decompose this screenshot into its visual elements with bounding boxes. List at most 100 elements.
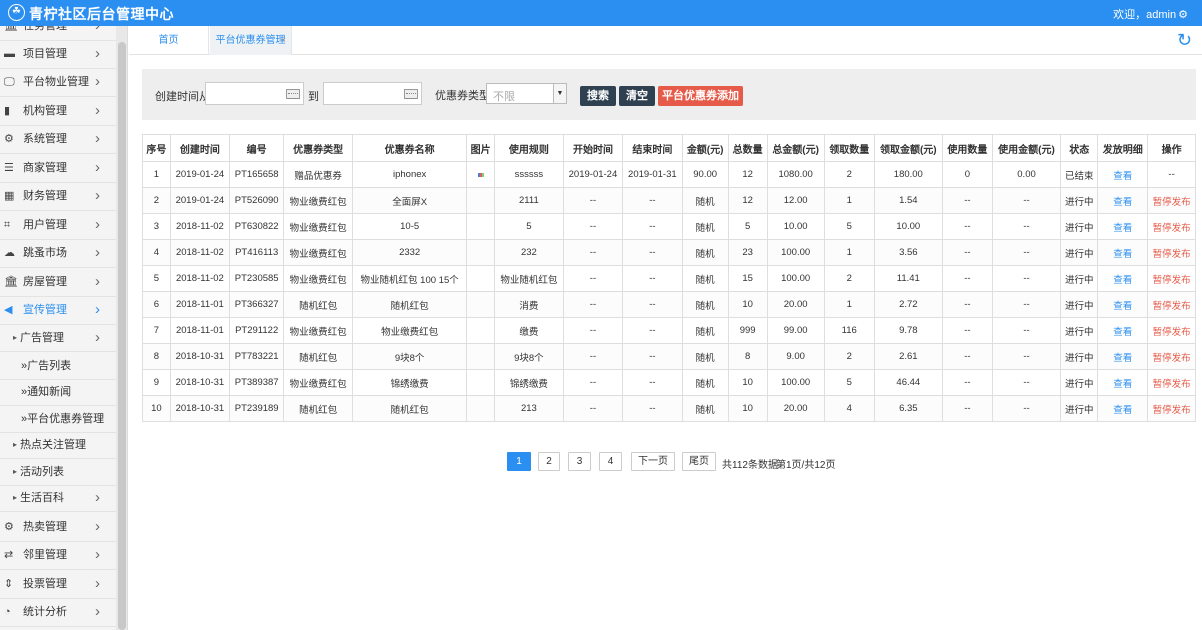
sidebar-item-7[interactable]: ⌗ 用户管理 › <box>0 211 116 239</box>
page-4[interactable]: 4 <box>599 452 622 471</box>
column-header[interactable]: 开始时间 <box>562 134 624 162</box>
view-details-link[interactable]: 查看 <box>1113 353 1132 364</box>
sidebar-item-11[interactable]: ⚙ 热卖管理 › <box>0 513 116 541</box>
user-menu[interactable]: 欢迎，admin ⚙ <box>1113 6 1188 22</box>
last-page-button[interactable]: 尾页 <box>682 452 716 471</box>
pause-publish-link[interactable]: 暂停发布 <box>1153 223 1191 234</box>
page-2[interactable]: 2 <box>538 452 560 471</box>
table-cell: 10 <box>142 395 171 422</box>
sidebar-item-3[interactable]: ▮ 机构管理 › <box>0 97 116 125</box>
column-header[interactable]: 金额(元) <box>681 134 729 162</box>
sidebar-subsubitem[interactable]: »通知新闻 <box>0 379 116 405</box>
chevron-right-icon: › <box>95 216 100 233</box>
column-header[interactable]: 总金额(元) <box>766 134 825 162</box>
sidebar-scroll-thumb[interactable] <box>118 42 126 630</box>
column-header[interactable]: 使用金额(元) <box>991 134 1062 162</box>
clear-button[interactable]: 清空 <box>619 86 655 106</box>
pause-publish-link[interactable]: 暂停发布 <box>1153 379 1191 390</box>
page-info: 第1页/共12页 <box>776 460 836 471</box>
add-coupon-button[interactable]: 平台优惠券添加 <box>658 86 743 106</box>
column-header[interactable]: 优惠券类型 <box>283 134 353 162</box>
column-header[interactable]: 序号 <box>142 134 171 162</box>
table-cell: -- <box>991 187 1062 214</box>
column-header[interactable]: 创建时间 <box>169 134 231 162</box>
chevron-right-icon: › <box>95 329 100 346</box>
column-header[interactable]: 优惠券名称 <box>351 134 468 162</box>
table-cell: 9 <box>142 369 171 396</box>
view-details-link[interactable]: 查看 <box>1113 405 1132 416</box>
chevron-right-icon: › <box>95 244 100 261</box>
start-date-input[interactable] <box>205 82 304 105</box>
pause-publish-link[interactable]: 暂停发布 <box>1153 197 1191 208</box>
sidebar-item-10[interactable]: ◀ 宣传管理 › <box>0 296 116 324</box>
sidebar-item-1[interactable]: ▬ 项目管理 › <box>0 40 116 68</box>
chevron-right-icon: › <box>95 603 100 620</box>
column-header[interactable]: 操作 <box>1147 134 1196 162</box>
sidebar-subitem[interactable]: ▸ 广告管理 › <box>0 325 116 351</box>
page-3[interactable]: 3 <box>568 452 591 471</box>
sidebar-item-2[interactable]: 🖵 平台物业管理 › <box>0 68 116 96</box>
column-header[interactable]: 使用数量 <box>941 134 993 162</box>
sidebar-item-12[interactable]: ⇄ 邻里管理 › <box>0 541 116 569</box>
pause-publish-link[interactable]: 暂停发布 <box>1153 249 1191 260</box>
pause-publish-link[interactable]: 暂停发布 <box>1153 327 1191 338</box>
view-details-link[interactable]: 查看 <box>1113 249 1132 260</box>
sidebar-subitem[interactable]: ▸ 生活百科 › <box>0 485 116 511</box>
column-header[interactable]: 总数量 <box>727 134 768 162</box>
column-header[interactable]: 状态 <box>1060 134 1099 162</box>
sidebar-item-label: 宣传管理 <box>23 304 67 316</box>
tab-bar: 首页 平台优惠券管理 × ↻ <box>129 26 1202 55</box>
pause-publish-link[interactable]: 暂停发布 <box>1153 301 1191 312</box>
pause-publish-link[interactable]: 暂停发布 <box>1153 353 1191 364</box>
view-details-link[interactable]: 查看 <box>1113 223 1132 234</box>
page-1[interactable]: 1 <box>507 452 531 471</box>
view-details-link[interactable]: 查看 <box>1113 301 1132 312</box>
close-icon[interactable]: × <box>281 26 286 55</box>
calendar-icon[interactable] <box>404 89 418 99</box>
table-cell: 物业缴费红包 <box>283 213 353 240</box>
sidebar-item-13[interactable]: ⇕ 投票管理 › <box>0 570 116 598</box>
column-header[interactable]: 使用规则 <box>494 134 564 162</box>
calendar-icon[interactable] <box>286 89 300 99</box>
chevron-down-icon[interactable]: ▼ <box>553 84 566 103</box>
end-date-input[interactable] <box>323 82 422 105</box>
coupon-image-thumbnail[interactable] <box>477 173 484 177</box>
sidebar-subsubitem[interactable]: »平台优惠券管理 <box>0 406 116 432</box>
table-cell: 10-5 <box>351 213 468 240</box>
empty-action: -- <box>1168 169 1175 180</box>
view-details-link[interactable]: 查看 <box>1113 275 1132 286</box>
view-details-link[interactable]: 查看 <box>1113 197 1132 208</box>
column-header[interactable]: 发放明细 <box>1097 134 1149 162</box>
column-header[interactable]: 编号 <box>229 134 285 162</box>
sidebar-subsubitem[interactable]: »广告列表 <box>0 353 116 379</box>
table-cell: 2018-10-31 <box>169 343 231 370</box>
refresh-icon[interactable]: ↻ <box>1177 30 1192 51</box>
table-cell: 100.00 <box>766 265 825 292</box>
sidebar-item-6[interactable]: ▦ 财务管理 › <box>0 182 116 210</box>
view-details-link[interactable]: 查看 <box>1113 171 1132 182</box>
view-details-link[interactable]: 查看 <box>1113 327 1132 338</box>
tab-coupon-management[interactable]: 平台优惠券管理 × <box>210 26 292 55</box>
column-header[interactable]: 图片 <box>466 134 496 162</box>
pause-publish-link[interactable]: 暂停发布 <box>1153 405 1191 416</box>
sidebar: 🏛 任务管理 › ▬ 项目管理 › 🖵 平台物业管理 › ▮ 机构管理 › ⚙ 系统管理 › ☰ 商家管理 › ▦ 财… <box>0 26 128 630</box>
coupon-type-select[interactable]: 不限 ▼ <box>486 83 567 104</box>
table-cell <box>466 265 496 292</box>
sidebar-item-0[interactable]: 🏛 任务管理 › <box>0 26 116 40</box>
sidebar-item-5[interactable]: ☰ 商家管理 › <box>0 154 116 182</box>
sidebar-item-14[interactable]: ◔ 统计分析 › <box>0 598 116 626</box>
table-cell: 查看 <box>1097 369 1149 396</box>
column-header[interactable]: 结束时间 <box>622 134 683 162</box>
pause-publish-link[interactable]: 暂停发布 <box>1153 275 1191 286</box>
column-header[interactable]: 领取金额(元) <box>873 134 943 162</box>
next-page-button[interactable]: 下一页 <box>631 452 675 471</box>
gear-icon[interactable]: ⚙ <box>1178 9 1188 21</box>
table-cell: 暂停发布 <box>1147 343 1196 370</box>
sidebar-item-9[interactable]: 🏛 房屋管理 › <box>0 268 116 296</box>
column-header[interactable]: 领取数量 <box>823 134 875 162</box>
tab-home[interactable]: 首页 <box>129 26 209 55</box>
sidebar-item-8[interactable]: ☁ 跳蚤市场 › <box>0 239 116 267</box>
view-details-link[interactable]: 查看 <box>1113 379 1132 390</box>
sidebar-item-4[interactable]: ⚙ 系统管理 › <box>0 125 116 153</box>
search-button[interactable]: 搜索 <box>580 86 616 106</box>
